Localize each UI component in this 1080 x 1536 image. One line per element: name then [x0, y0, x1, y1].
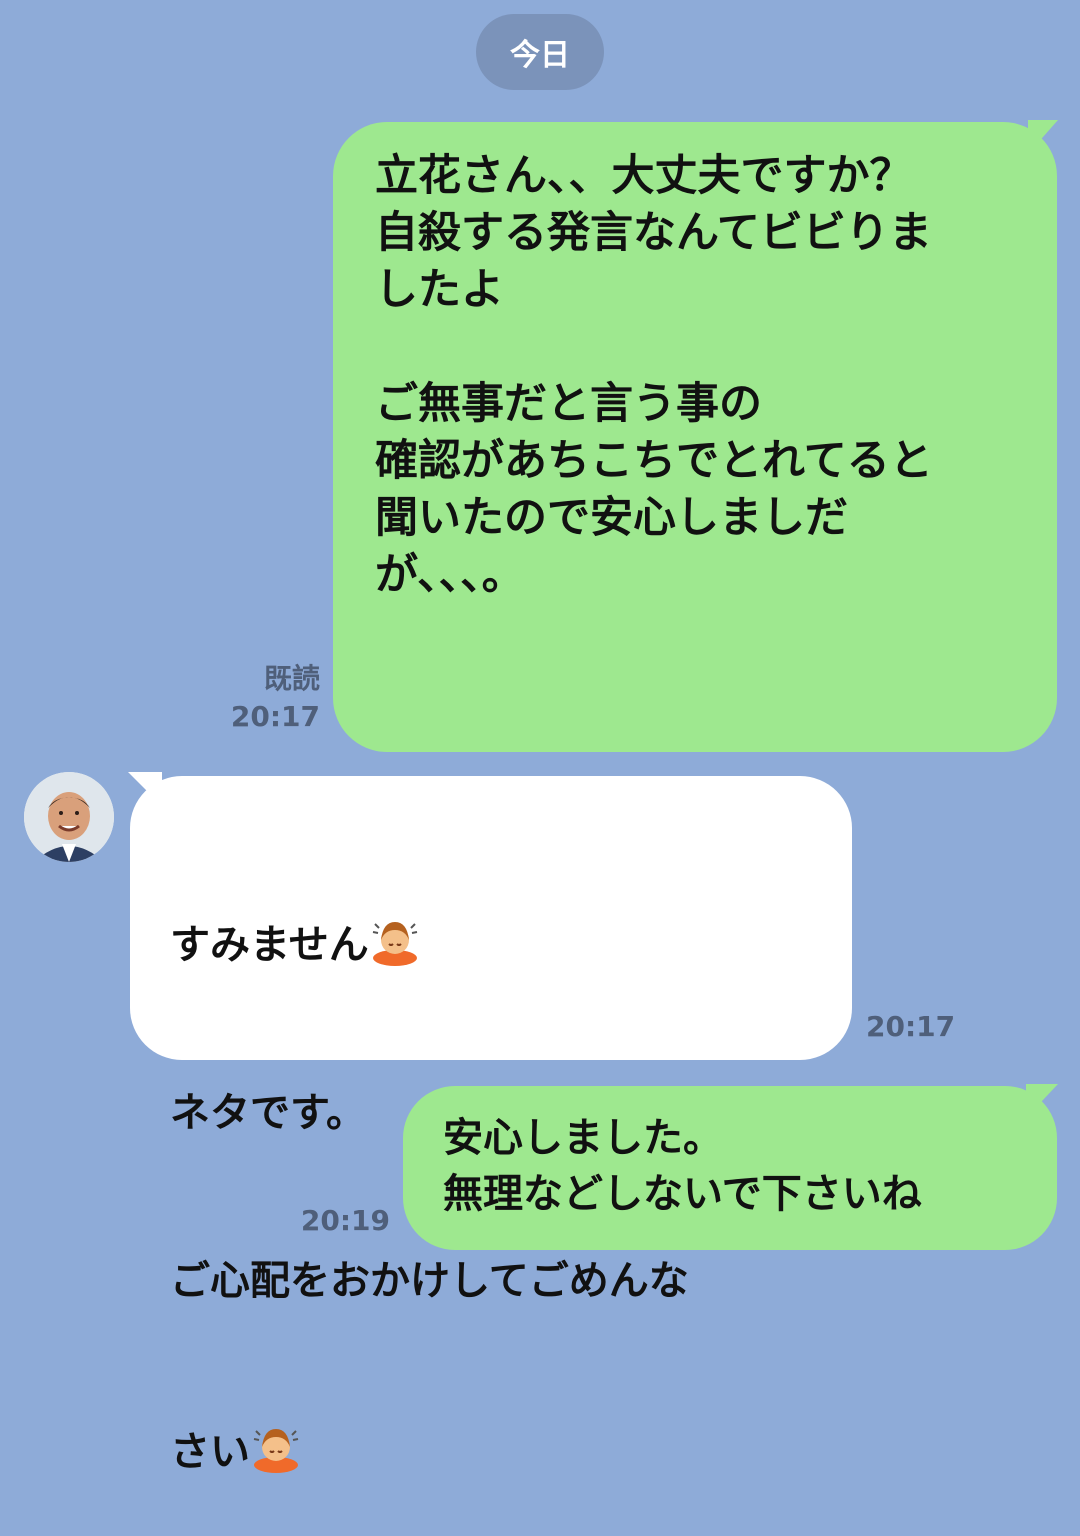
message-timestamp: 20:17 [866, 1010, 956, 1043]
message-line: ご心配をおかけしてごめんな [170, 1258, 689, 1304]
message-timestamp: 20:19 [300, 1204, 390, 1237]
message-timestamp: 20:17 [230, 700, 320, 733]
message-meta: 20:19 [301, 1202, 390, 1240]
message-meta: 20:17 [866, 1008, 955, 1046]
person-bowing-emoji [372, 922, 418, 966]
sent-message-bubble[interactable]: 安心しました。 無理などしないで下さいね [403, 1086, 1057, 1250]
sent-message-bubble[interactable]: 立花さん、、大丈夫ですか？ 自殺する発言なんてビビりま したよ ご無事だと言う事… [333, 122, 1057, 752]
read-receipt: 既読 [263, 662, 320, 695]
person-bowing-emoji [253, 1429, 299, 1473]
received-message-bubble[interactable]: すみません ネタです。 ご心配をおかけしてごめんな さい [130, 776, 852, 1475]
contact-avatar[interactable] [24, 772, 114, 862]
message-line: さい [170, 1421, 822, 1480]
message-meta: 既読 20:17 [231, 660, 320, 736]
message-line: すみません [170, 914, 822, 973]
date-separator: 今日 [476, 14, 604, 90]
